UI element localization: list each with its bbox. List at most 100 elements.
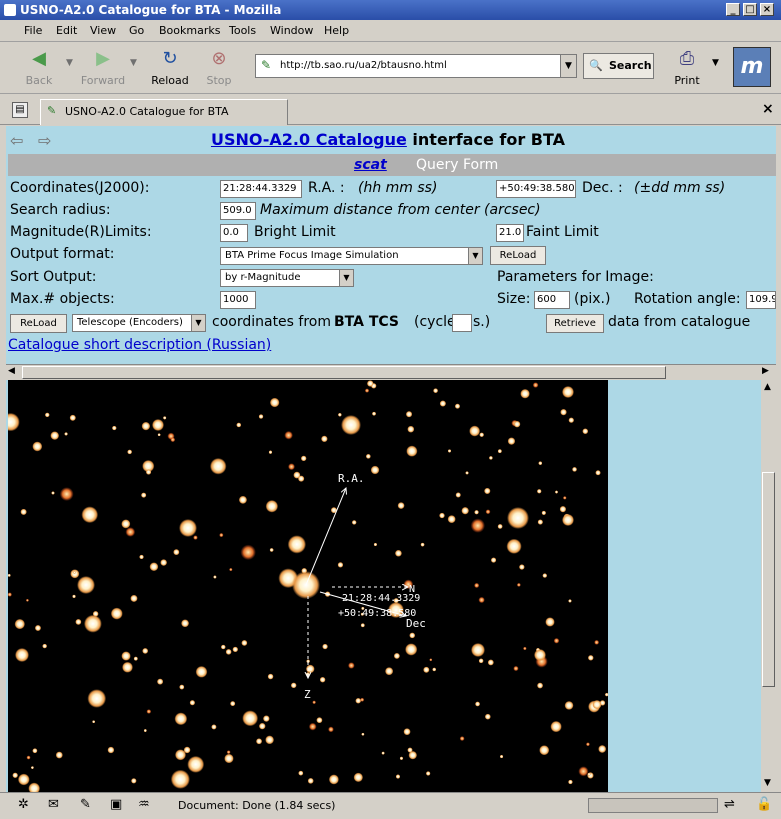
close-tab-icon[interactable]: × — [762, 101, 774, 117]
menu-help[interactable]: Help — [324, 24, 349, 37]
telescope-select[interactable]: Telescope (Encoders) ▼ — [72, 314, 206, 332]
dec-input[interactable]: +50:49:38.580 — [496, 180, 576, 198]
star — [587, 654, 594, 661]
new-tab-icon[interactable]: ▤ — [12, 102, 28, 118]
star — [268, 450, 273, 455]
scroll-left-icon[interactable]: ◀ — [8, 366, 15, 376]
star — [351, 520, 357, 525]
back-button[interactable]: ◀ Back — [16, 46, 62, 90]
ra-input[interactable]: 21:28:44.3329 — [220, 180, 302, 198]
forward-button[interactable]: ▶ Forward — [80, 46, 126, 90]
star — [423, 666, 430, 673]
url-field[interactable]: ✎ http://tb.sao.ru/ua2/btausno.html ▼ — [255, 54, 577, 78]
url-dropdown-icon[interactable]: ▼ — [560, 55, 576, 77]
window-titlebar: USNO-A2.0 Catalogue for BTA - Mozilla _ … — [0, 0, 781, 20]
star — [269, 397, 280, 408]
star — [470, 518, 486, 533]
menu-file[interactable]: File — [24, 24, 42, 37]
scroll-right-icon[interactable]: ▶ — [762, 366, 769, 376]
composer-icon[interactable]: ✎ — [80, 797, 91, 812]
cycle-input[interactable] — [452, 314, 472, 332]
max-objects-input[interactable]: 1000 — [220, 291, 256, 309]
star — [181, 619, 190, 628]
maximize-icon[interactable]: □ — [743, 3, 757, 16]
progress-bar — [588, 798, 718, 813]
reload-button[interactable]: ↻ Reload — [147, 46, 193, 90]
star — [433, 388, 439, 394]
address-book-icon[interactable]: ▣ — [110, 797, 122, 812]
reload-format-button[interactable]: ReLoad — [490, 246, 546, 265]
menu-edit[interactable]: Edit — [56, 24, 77, 37]
window-menu-icon[interactable] — [4, 4, 16, 16]
ra-axis-label: R.A. — [338, 472, 365, 485]
sort-output-label: Sort Output: — [10, 269, 97, 285]
catalogue-title-link[interactable]: USNO-A2.0 Catalogue — [211, 130, 407, 149]
cycle-unit: s.) — [473, 314, 491, 330]
close-icon[interactable]: × — [760, 3, 774, 16]
menu-go[interactable]: Go — [129, 24, 144, 37]
star — [179, 519, 197, 537]
back-dropdown-icon[interactable]: ▼ — [66, 58, 73, 68]
sort-output-select[interactable]: by r-Magnitude ▼ — [220, 269, 354, 287]
star — [287, 463, 296, 471]
vertical-scroll-thumb[interactable] — [762, 472, 775, 687]
search-button[interactable]: 🔍 Search — [583, 53, 654, 79]
chat-icon[interactable]: ♒ — [138, 797, 150, 812]
bright-limit-input[interactable]: 0.0 — [220, 224, 248, 242]
mozilla-logo-icon[interactable]: m — [733, 47, 771, 87]
menu-tools[interactable]: Tools — [229, 24, 256, 37]
star — [146, 709, 152, 714]
star — [290, 682, 297, 689]
output-format-select[interactable]: BTA Prime Focus Image Simulation ▼ — [220, 247, 483, 265]
star — [265, 500, 279, 513]
size-input[interactable]: 600 — [534, 291, 570, 309]
star — [595, 470, 601, 476]
print-button[interactable]: ⎙ Print — [664, 46, 710, 90]
star — [179, 684, 185, 690]
catalogue-description-link[interactable]: Catalogue short description (Russian) — [8, 337, 271, 353]
vertical-scrollbar[interactable]: ▲ ▼ — [761, 380, 776, 792]
retrieve-button[interactable]: Retrieve — [546, 314, 604, 333]
mail-icon[interactable]: ✉ — [48, 797, 59, 812]
printer-icon: ⎙ — [679, 48, 695, 69]
star — [83, 614, 102, 633]
horizontal-scrollbar[interactable]: ◀ ▶ — [6, 364, 776, 380]
chevron-down-icon: ▼ — [339, 270, 353, 286]
scroll-up-icon[interactable]: ▲ — [764, 382, 771, 392]
star — [355, 697, 362, 704]
print-dropdown-icon[interactable]: ▼ — [712, 58, 719, 68]
menu-view[interactable]: View — [90, 24, 116, 37]
star — [439, 512, 445, 519]
tab-active[interactable]: ✎ USNO-A2.0 Catalogue for BTA — [40, 99, 288, 125]
menu-window[interactable]: Window — [270, 24, 313, 37]
star — [568, 599, 572, 603]
center-dec-label: +50:49:38.580 — [338, 608, 416, 619]
forward-arrow-icon: ▶ — [96, 48, 110, 69]
navigator-icon[interactable]: ✲ — [18, 797, 29, 812]
star — [265, 735, 275, 745]
star — [454, 403, 461, 409]
forward-dropdown-icon[interactable]: ▼ — [130, 58, 137, 68]
star — [298, 770, 304, 776]
star — [226, 750, 231, 755]
stop-button[interactable]: ⊗ Stop — [196, 46, 242, 90]
rotation-angle-input[interactable]: 109.9 — [746, 291, 776, 309]
scat-link[interactable]: scat — [354, 154, 387, 176]
ra-label: R.A. : — [308, 180, 345, 196]
page-proxy-icon[interactable]: ✎ — [261, 58, 271, 72]
star — [394, 549, 402, 557]
star — [72, 570, 77, 575]
star — [455, 492, 461, 498]
star — [236, 422, 242, 428]
reload-tcs-button[interactable]: ReLoad — [10, 314, 67, 333]
minimize-icon[interactable]: _ — [726, 3, 740, 16]
search-radius-input[interactable]: 509.0 — [220, 202, 256, 220]
star — [149, 562, 159, 572]
security-lock-icon[interactable]: 🔓 — [756, 797, 772, 812]
menu-bookmarks[interactable]: Bookmarks — [159, 24, 220, 37]
star — [539, 745, 550, 756]
horizontal-scroll-thumb[interactable] — [22, 366, 666, 379]
scroll-down-icon[interactable]: ▼ — [764, 778, 771, 788]
faint-limit-input[interactable]: 21.0 — [496, 224, 524, 242]
image-parameters-label: Parameters for Image: — [497, 269, 654, 285]
